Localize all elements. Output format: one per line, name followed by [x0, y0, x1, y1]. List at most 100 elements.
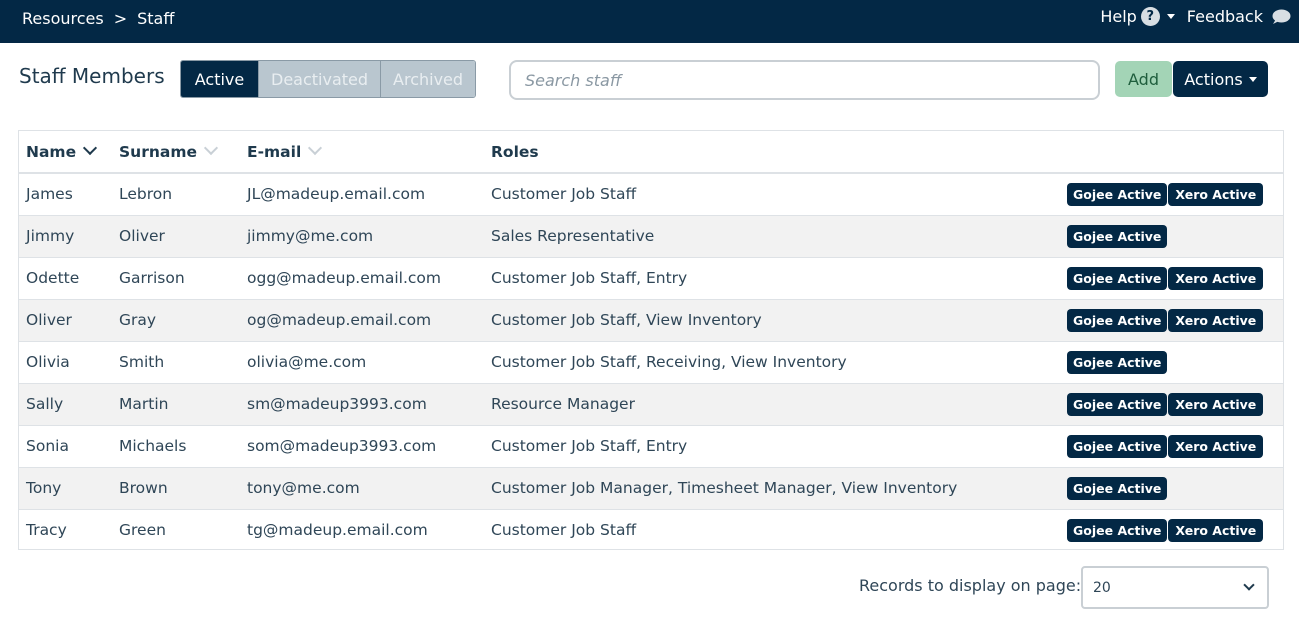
chevron-down-icon[interactable]: [203, 140, 219, 155]
status-tabs: Active Deactivated Archived: [180, 60, 477, 98]
gojee-status-badge: Gojee Active: [1067, 392, 1168, 416]
xero-status-badge: Xero Active: [1168, 182, 1264, 206]
add-button[interactable]: Add: [1115, 61, 1172, 97]
breadcrumb-staff: Staff: [137, 9, 175, 28]
cell-name: Odette: [19, 257, 119, 300]
top-navbar: Resources > Staff Help ? Feedback: [0, 0, 1299, 43]
table-row[interactable]: Odette Garrison ogg@madeup.email.com Custom…: [19, 257, 1283, 300]
records-label: Records to display on page:: [859, 576, 1082, 595]
cell-surname: Brown: [119, 467, 247, 510]
help-link[interactable]: Help: [1100, 7, 1136, 26]
table-row[interactable]: Oliver Gray og@madeup.email.com Customer Jo…: [19, 299, 1283, 342]
tab-archived[interactable]: Archived: [380, 61, 476, 97]
cell-status: Gojee Active Xero Active: [1066, 299, 1283, 342]
cell-email: sm@madeup3993.com: [247, 383, 491, 426]
chevron-down-icon: [1243, 579, 1255, 591]
cell-status: Gojee Active Xero Active: [1066, 509, 1283, 551]
cell-roles: Customer Job Staff, Receiving, View Inve…: [491, 341, 1066, 384]
gojee-status-badge: Gojee Active: [1067, 308, 1168, 332]
cell-roles: Customer Job Staff, Entry: [491, 257, 1066, 300]
breadcrumb-separator: >: [113, 9, 128, 28]
table-row[interactable]: Olivia Smith olivia@me.com Customer Job Sta…: [19, 341, 1283, 384]
table-row[interactable]: Tony Brown tony@me.com Customer Job Manager…: [19, 467, 1283, 510]
cell-surname: Garrison: [119, 257, 247, 300]
col-name-label: Name: [26, 142, 77, 161]
gojee-status-badge: Gojee Active: [1067, 350, 1168, 374]
cell-roles: Customer Job Staff: [491, 521, 637, 540]
cell-surname: Smith: [119, 341, 247, 384]
cell-name: Sonia: [19, 425, 119, 468]
chevron-down-icon[interactable]: [308, 140, 323, 155]
gojee-status-badge: Gojee Active: [1067, 224, 1168, 248]
table-header: Name Surname E-mail Roles: [19, 131, 1283, 174]
cell-status: Gojee Active Xero Active: [1066, 257, 1283, 300]
cell-email: som@madeup3993.com: [247, 425, 491, 468]
cell-surname: Lebron: [119, 173, 247, 216]
cell-email: ogg@madeup.email.com: [247, 257, 491, 300]
table-row[interactable]: Jimmy Oliver jimmy@me.com Sales Representat…: [19, 215, 1283, 258]
feedback-link[interactable]: Feedback: [1187, 7, 1263, 26]
chevron-down-icon[interactable]: [83, 140, 98, 155]
col-status: [1066, 131, 1283, 174]
xero-status-badge: Xero Active: [1168, 308, 1264, 332]
col-surname-label: Surname: [119, 142, 197, 161]
cell-surname: Oliver: [119, 215, 247, 258]
tab-deactivated[interactable]: Deactivated: [258, 61, 381, 97]
page-title: Staff Members: [19, 64, 165, 88]
cell-status: Gojee Active: [1066, 341, 1283, 384]
gojee-status-badge: Gojee Active: [1067, 182, 1168, 206]
actions-button[interactable]: Actions: [1173, 61, 1268, 97]
cell-status: Gojee Active Xero Active: [1066, 173, 1283, 216]
cell-name: Jimmy: [19, 215, 119, 258]
col-email-label: E-mail: [247, 142, 302, 161]
cell-surname: Green: [119, 521, 166, 540]
cell-email: tony@me.com: [247, 467, 491, 510]
search-input[interactable]: [509, 60, 1100, 100]
xero-status-badge: Xero Active: [1168, 434, 1264, 458]
col-email[interactable]: E-mail: [247, 131, 491, 174]
records-select[interactable]: 20: [1081, 566, 1269, 609]
cell-roles: Resource Manager: [491, 383, 1066, 426]
cell-roles: Sales Representative: [491, 215, 1066, 258]
table-row[interactable]: James Lebron JL@madeup.email.com Customer J…: [19, 173, 1283, 216]
tab-active[interactable]: Active: [181, 61, 258, 97]
xero-status-badge: Xero Active: [1168, 518, 1264, 542]
breadcrumb-resources[interactable]: Resources: [22, 9, 104, 28]
caret-down-icon: [1248, 76, 1257, 82]
col-surname[interactable]: Surname: [119, 131, 247, 174]
col-name[interactable]: Name: [19, 131, 119, 174]
cell-roles: Customer Job Manager, Timesheet Manager,…: [491, 467, 1066, 510]
cell-email: jimmy@me.com: [247, 215, 491, 258]
cell-roles: Customer Job Staff, Entry: [491, 425, 1066, 468]
table-row[interactable]: Sally Martin sm@madeup3993.com Resource Man…: [19, 383, 1283, 426]
cell-roles: Customer Job Staff: [491, 173, 1066, 216]
breadcrumb: Resources > Staff: [22, 9, 174, 28]
cell-email: tg@madeup.email.com: [247, 521, 428, 540]
question-circle-icon[interactable]: ?: [1140, 7, 1160, 26]
gojee-status-badge: Gojee Active: [1067, 434, 1168, 458]
cell-status: Gojee Active: [1066, 215, 1283, 258]
cell-roles: Customer Job Staff, View Inventory: [491, 299, 1066, 342]
staff-table: Name Surname E-mail Roles James Lebron JL@…: [18, 130, 1284, 550]
cell-name: Tracy: [26, 521, 67, 540]
cell-email: og@madeup.email.com: [247, 299, 491, 342]
cell-status: Gojee Active: [1066, 467, 1283, 510]
speech-bubble-icon[interactable]: [1271, 9, 1291, 25]
cell-name: Oliver: [19, 299, 119, 342]
records-value: 20: [1093, 579, 1111, 596]
table-row[interactable]: Tracy Green tg@madeup.email.com Customer Jo…: [19, 509, 1283, 551]
caret-down-icon[interactable]: [1166, 14, 1175, 19]
xero-status-badge: Xero Active: [1168, 392, 1264, 416]
cell-name: Tony: [19, 467, 119, 510]
gojee-status-badge: Gojee Active: [1067, 266, 1168, 290]
table-row[interactable]: Sonia Michaels som@madeup3993.com Customer …: [19, 425, 1283, 468]
topbar-actions: Help ? Feedback: [1100, 7, 1291, 26]
cell-email: olivia@me.com: [247, 341, 491, 384]
cell-name: Sally: [19, 383, 119, 426]
actions-label: Actions: [1184, 69, 1243, 89]
col-roles: Roles: [491, 131, 1066, 174]
cell-status: Gojee Active Xero Active: [1066, 425, 1283, 468]
xero-status-badge: Xero Active: [1168, 266, 1264, 290]
cell-surname: Martin: [119, 383, 247, 426]
cell-surname: Gray: [119, 299, 247, 342]
